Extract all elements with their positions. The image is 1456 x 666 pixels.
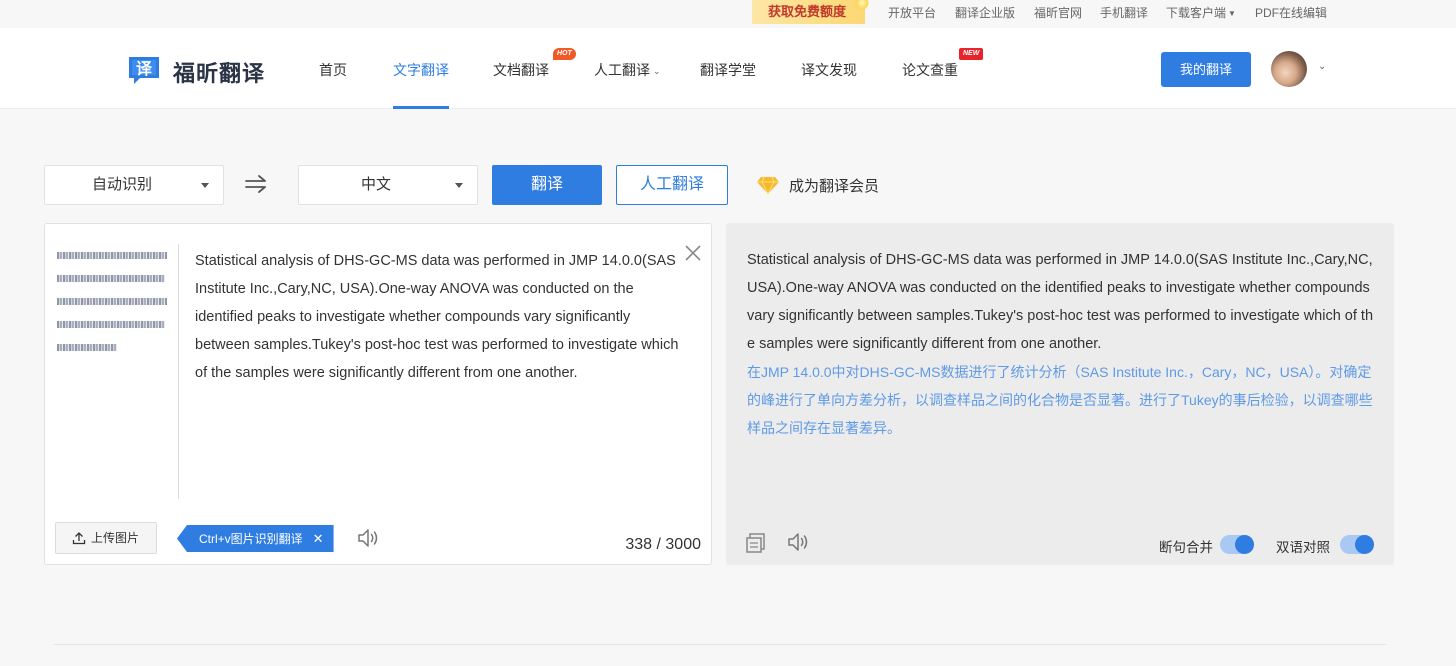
link-official-site[interactable]: 福昕官网 bbox=[1034, 4, 1082, 21]
bilingual-label: 双语对照 bbox=[1276, 540, 1330, 555]
nav-human-translate[interactable]: 人工翻译 ⌄ bbox=[594, 60, 661, 80]
dropdown-triangle-icon bbox=[455, 183, 463, 188]
sentence-merge-toggle[interactable] bbox=[1220, 535, 1254, 554]
link-pdf-editor[interactable]: PDF在线编辑 bbox=[1255, 4, 1327, 21]
new-badge: NEW bbox=[959, 48, 984, 60]
nav-academy[interactable]: 翻译学堂 bbox=[700, 60, 756, 80]
uploaded-image-thumbnail[interactable] bbox=[53, 242, 171, 360]
chevron-down-icon[interactable]: ⌄ bbox=[1318, 61, 1326, 72]
toggle-knob bbox=[1235, 535, 1254, 554]
nav-text-translate[interactable]: 文字翻译 bbox=[393, 60, 449, 80]
caret-down-icon: ▼ bbox=[1228, 9, 1236, 18]
nav-plagiarism-check[interactable]: 论文查重 bbox=[902, 60, 958, 80]
sentence-merge-label: 断句合并 bbox=[1159, 540, 1213, 555]
close-icon[interactable]: ✕ bbox=[313, 531, 324, 546]
human-translate-button[interactable]: 人工翻译 bbox=[616, 165, 728, 205]
nav-human-translate-label: 人工翻译 bbox=[594, 62, 650, 78]
avatar[interactable] bbox=[1271, 51, 1307, 87]
nav-active-underline bbox=[393, 106, 449, 109]
source-language-select[interactable]: 自动识别 bbox=[44, 165, 224, 205]
link-enterprise[interactable]: 翻译企业版 bbox=[955, 4, 1015, 21]
character-count: 338 / 3000 bbox=[625, 536, 701, 553]
diamond-icon[interactable] bbox=[756, 175, 780, 195]
dropdown-triangle-icon bbox=[201, 183, 209, 188]
upload-icon bbox=[72, 532, 86, 545]
bilingual-toggle[interactable] bbox=[1340, 535, 1374, 554]
hot-badge: HOT bbox=[553, 48, 576, 60]
speaker-icon[interactable] bbox=[786, 531, 810, 553]
translate-button[interactable]: 翻译 bbox=[492, 165, 602, 205]
target-language-select[interactable]: 中文 bbox=[298, 165, 478, 205]
target-panel: Statistical analysis of DHS-GC-MS data w… bbox=[726, 223, 1394, 565]
target-translation-text: 在JMP 14.0.0中对DHS-GC-MS数据进行了统计分析（SAS Inst… bbox=[747, 364, 1373, 436]
clear-close-icon[interactable] bbox=[683, 243, 703, 263]
nav-discover[interactable]: 译文发现 bbox=[801, 60, 857, 80]
upload-image-button[interactable]: 上传图片 bbox=[55, 522, 157, 554]
footer-divider bbox=[54, 644, 1386, 645]
my-translation-button[interactable]: 我的翻译 bbox=[1161, 52, 1251, 87]
ctrlv-tip-label: Ctrl+v图片识别翻译 bbox=[199, 532, 303, 546]
swap-languages-icon[interactable] bbox=[245, 174, 267, 194]
chevron-down-icon: ⌄ bbox=[653, 66, 661, 76]
promo-label: 获取免费额度 bbox=[768, 4, 847, 19]
speaker-icon[interactable] bbox=[356, 527, 380, 549]
link-mobile[interactable]: 手机翻译 bbox=[1100, 4, 1148, 21]
download-client-label: 下载客户端 bbox=[1166, 6, 1227, 20]
become-vip-link[interactable]: 成为翻译会员 bbox=[789, 175, 879, 196]
logo-glyph: 译 bbox=[136, 59, 153, 78]
target-language-value: 中文 bbox=[360, 176, 391, 193]
free-quota-promo[interactable]: 获取免费额度 bbox=[752, 0, 869, 24]
nav-doc-translate[interactable]: 文档翻译 bbox=[493, 60, 549, 80]
link-open-platform[interactable]: 开放平台 bbox=[888, 4, 936, 21]
ctrlv-image-tip: Ctrl+v图片识别翻译 ✕ bbox=[177, 525, 334, 552]
thumbnail-divider bbox=[178, 244, 179, 499]
source-language-value: 自动识别 bbox=[91, 176, 152, 193]
upload-image-label: 上传图片 bbox=[91, 531, 140, 545]
logo-text[interactable]: 福昕翻译 bbox=[173, 56, 265, 88]
toggle-knob bbox=[1355, 535, 1374, 554]
source-text-input[interactable]: Statistical analysis of DHS-GC-MS data w… bbox=[195, 247, 685, 387]
source-panel: Statistical analysis of DHS-GC-MS data w… bbox=[44, 223, 712, 565]
link-download-client[interactable]: 下载客户端 ▼ bbox=[1166, 4, 1236, 21]
main-header: 译 福昕翻译 首页 文字翻译 文档翻译 HOT 人工翻译 ⌄ 翻译学堂 译文发现 … bbox=[0, 28, 1456, 109]
nav-home[interactable]: 首页 bbox=[319, 60, 347, 80]
top-strip: 获取免费额度 开放平台 翻译企业版 福昕官网 手机翻译 下载客户端 ▼ PDF在线… bbox=[0, 0, 1456, 28]
logo-icon[interactable]: 译 bbox=[126, 54, 162, 86]
sparkle-icon bbox=[855, 0, 869, 10]
target-original-text: Statistical analysis of DHS-GC-MS data w… bbox=[747, 252, 1374, 352]
copy-icon[interactable] bbox=[745, 532, 767, 554]
